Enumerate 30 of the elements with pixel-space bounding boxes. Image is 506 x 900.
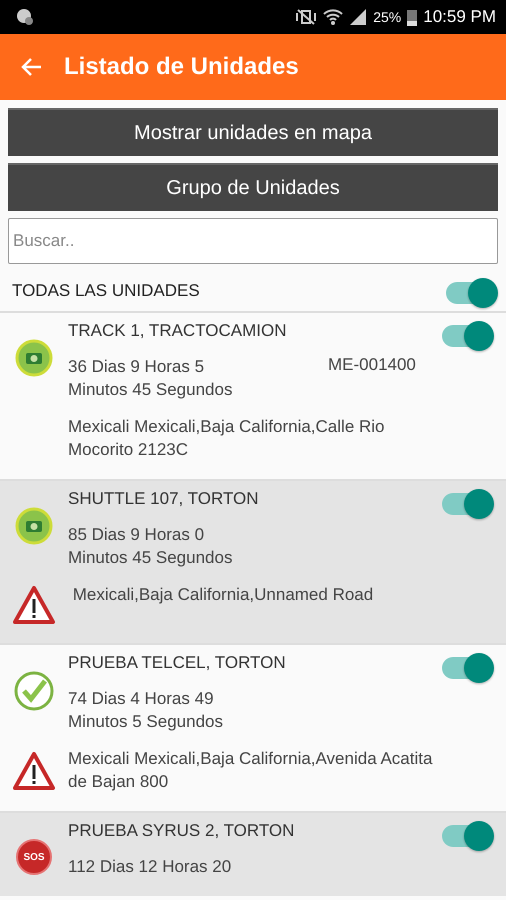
battery-percent: 25% bbox=[373, 9, 402, 25]
screen-title: Listado de Unidades bbox=[64, 53, 299, 81]
all-units-label: TODAS LAS UNIDADES bbox=[12, 281, 200, 301]
unit-name: TRACK 1, TRACTOCAMION bbox=[68, 321, 288, 341]
engine-icon bbox=[15, 339, 53, 377]
search-field[interactable]: Buscar.. bbox=[8, 218, 498, 264]
unit-name: SHUTTLE 107, TORTON bbox=[68, 489, 260, 509]
wifi-icon bbox=[323, 8, 344, 26]
unit-row[interactable]: SHUTTLE 107, TORTON 85 Dias 9 Horas 0 Minutos 45 Segundos Mexicali,Baja California,Unnamed Road bbox=[0, 479, 506, 643]
unit-name: PRUEBA SYRUS 2, TORTON bbox=[68, 821, 296, 841]
clock: 10:59 PM bbox=[423, 7, 496, 27]
engine-icon bbox=[15, 507, 53, 545]
action-button[interactable]: Grupo de Unidades bbox=[8, 163, 498, 211]
unit-row[interactable]: SOS PRUEBA SYRUS 2, TORTON 112 Dias 12 Horas 20 bbox=[0, 811, 506, 896]
action-button[interactable]: Mostrar unidades en mapa bbox=[8, 108, 498, 156]
vibrate-icon bbox=[295, 9, 318, 25]
notification-icon bbox=[16, 8, 34, 26]
address: Mexicali Mexicali,Baja California,Calle Rio Mocorito 2123C bbox=[68, 416, 386, 461]
address: Mexicali Mexicali,Baja California,Avenida Acatita de Bajan 800 bbox=[68, 748, 434, 793]
address: Mexicali,Baja California,Unnamed Road bbox=[72, 584, 374, 606]
battery-icon bbox=[407, 8, 418, 26]
elapsed-time: 74 Dias 4 Horas 49 Minutos 5 Segundos bbox=[68, 688, 224, 733]
elapsed-time: 85 Dias 9 Horas 0 Minutos 45 Segundos bbox=[68, 524, 234, 569]
plate-number: ME-001400 bbox=[328, 355, 417, 375]
sos-icon: SOS bbox=[16, 839, 52, 875]
unit-name: PRUEBA TELCEL, TORTON bbox=[68, 653, 287, 673]
elapsed-time: 112 Dias 12 Horas 20 bbox=[68, 856, 232, 878]
elapsed-time: 36 Dias 9 Horas 5 Minutos 45 Segundos bbox=[68, 356, 234, 401]
signal-icon bbox=[349, 8, 368, 26]
check-icon bbox=[14, 671, 54, 711]
